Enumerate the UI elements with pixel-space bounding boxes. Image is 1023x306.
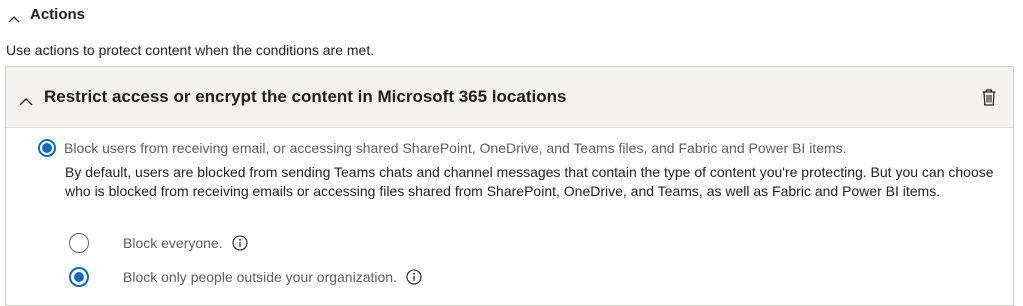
block-outside-org-radio[interactable] [69,267,89,287]
block-everyone-label: Block everyone. [123,235,223,251]
restrict-access-panel-header[interactable]: Restrict access or encrypt the content i… [6,67,1013,128]
panel-title: Restrict access or encrypt the content i… [44,87,567,106]
chevron-up-icon [8,10,20,23]
block-users-description: By default, users are blocked from sendi… [65,164,994,199]
chevron-up-icon [19,93,33,106]
restrict-access-panel: Restrict access or encrypt the content i… [5,66,1014,306]
actions-title: Actions [30,5,86,23]
info-icon[interactable] [232,235,248,251]
block-users-radio[interactable] [38,139,56,157]
actions-section-toggle[interactable]: Actions [6,2,85,26]
block-outside-org-option: Block only people outside your organizat… [69,267,422,287]
block-users-option: Block users from receiving email, or acc… [38,139,847,157]
block-outside-org-label: Block only people outside your organizat… [123,269,397,285]
block-everyone-radio[interactable] [69,233,89,253]
info-icon[interactable] [406,269,422,285]
trash-icon [982,88,996,106]
block-users-label: Block users from receiving email, or acc… [64,140,847,156]
actions-description: Use actions to protect content when the … [6,42,375,58]
delete-button[interactable] [978,86,1000,108]
block-everyone-option: Block everyone. [69,233,248,253]
